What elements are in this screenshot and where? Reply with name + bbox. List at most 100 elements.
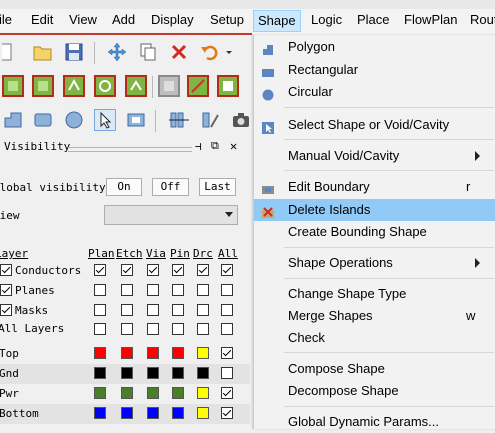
copy-icon[interactable] <box>137 41 159 63</box>
group-checkbox[interactable] <box>0 304 12 316</box>
add-connect-icon[interactable] <box>2 75 24 97</box>
edit-tool-icon[interactable] <box>199 109 221 131</box>
open-folder-icon[interactable] <box>32 41 54 63</box>
pin-color-swatch[interactable] <box>172 347 184 359</box>
all-checkbox[interactable] <box>221 367 233 379</box>
etch-checkbox[interactable] <box>121 284 133 296</box>
etch-checkbox[interactable] <box>121 304 133 316</box>
via-color-swatch[interactable] <box>147 347 159 359</box>
move-icon[interactable] <box>106 41 128 63</box>
via-color-swatch[interactable] <box>147 407 159 419</box>
menu-item-compose-shape[interactable]: Compose Shape <box>254 358 495 380</box>
pin-color-swatch[interactable] <box>172 407 184 419</box>
void-tool-icon[interactable] <box>125 109 147 131</box>
undo-dropdown-icon[interactable] <box>223 41 235 63</box>
pin-checkbox[interactable] <box>172 304 184 316</box>
pin-icon[interactable]: ⊣ <box>195 140 202 153</box>
via-checkbox[interactable] <box>147 323 159 335</box>
close-icon[interactable]: ✕ <box>230 139 237 153</box>
all-checkbox[interactable] <box>221 387 233 399</box>
menu-item-decompose-shape[interactable]: Decompose Shape <box>254 380 495 402</box>
via-checkbox[interactable] <box>147 304 159 316</box>
via-color-swatch[interactable] <box>147 367 159 379</box>
menu-shape[interactable]: Shape <box>253 10 301 32</box>
float-icon[interactable]: ⧉ <box>211 139 219 153</box>
drc-checkbox[interactable] <box>197 304 209 316</box>
drc-color-swatch[interactable] <box>197 347 209 359</box>
menu-item-rectangular[interactable]: Rectangular <box>254 59 495 81</box>
visibility-off-button[interactable]: Off <box>152 178 189 196</box>
slide-icon[interactable] <box>32 75 54 97</box>
menu-item-change-shape-type[interactable]: Change Shape Type <box>254 283 495 305</box>
pin-checkbox[interactable] <box>172 264 184 276</box>
polygon-tool-icon[interactable] <box>2 109 24 131</box>
etch-color-swatch[interactable] <box>121 387 133 399</box>
plan-checkbox[interactable] <box>94 284 106 296</box>
menu-item-create-bounding-shape[interactable]: Create Bounding Shape <box>254 221 495 243</box>
menu-item-circular[interactable]: Circular <box>254 81 495 103</box>
menu-item-manual-void[interactable]: Manual Void/Cavity <box>254 145 495 167</box>
etch-color-swatch[interactable] <box>121 347 133 359</box>
all-checkbox[interactable] <box>221 284 233 296</box>
menu-display[interactable]: Display <box>151 12 194 28</box>
menu-route[interactable]: Rout <box>470 12 495 28</box>
visibility-on-button[interactable]: On <box>106 178 142 196</box>
plan-color-swatch[interactable] <box>94 367 106 379</box>
menu-item-global-dynamic-params[interactable]: Global Dynamic Params... <box>254 411 495 433</box>
spread-icon[interactable] <box>187 75 209 97</box>
etch-color-swatch[interactable] <box>121 367 133 379</box>
view-select[interactable] <box>104 205 238 225</box>
drc-color-swatch[interactable] <box>197 407 209 419</box>
drc-checkbox[interactable] <box>197 264 209 276</box>
all-checkbox[interactable] <box>221 407 233 419</box>
drc-color-swatch[interactable] <box>197 387 209 399</box>
menu-item-edit-boundary[interactable]: Edit Boundary r <box>254 176 495 198</box>
panel-grip[interactable] <box>68 147 192 152</box>
drc-checkbox[interactable] <box>197 323 209 335</box>
all-checkbox[interactable] <box>221 323 233 335</box>
all-checkbox[interactable] <box>221 264 233 276</box>
gloss-icon[interactable] <box>217 75 239 97</box>
group-checkbox[interactable] <box>0 284 12 296</box>
delete-icon[interactable] <box>168 41 190 63</box>
etch-color-swatch[interactable] <box>121 407 133 419</box>
align-icon[interactable] <box>168 109 190 131</box>
vertex-icon[interactable] <box>125 75 147 97</box>
plan-color-swatch[interactable] <box>94 347 106 359</box>
plan-checkbox[interactable] <box>94 323 106 335</box>
menu-item-shape-operations[interactable]: Shape Operations <box>254 252 495 274</box>
new-icon[interactable] <box>0 41 24 63</box>
menu-item-merge-shapes[interactable]: Merge Shapes w <box>254 305 495 327</box>
camera-icon[interactable] <box>230 109 252 131</box>
pin-color-swatch[interactable] <box>172 367 184 379</box>
select-shape-tool-icon[interactable] <box>94 109 116 131</box>
drc-checkbox[interactable] <box>197 284 209 296</box>
rectangle-tool-icon[interactable] <box>32 109 54 131</box>
menu-item-check[interactable]: Check <box>254 327 495 349</box>
plan-checkbox[interactable] <box>94 304 106 316</box>
menu-place[interactable]: Place <box>357 12 390 28</box>
menu-add[interactable]: Add <box>112 12 135 28</box>
via-checkbox[interactable] <box>147 264 159 276</box>
drc-color-swatch[interactable] <box>197 367 209 379</box>
all-checkbox[interactable] <box>221 304 233 316</box>
pin-color-swatch[interactable] <box>172 387 184 399</box>
menu-file[interactable]: File <box>0 12 12 28</box>
menu-logic[interactable]: Logic <box>311 12 342 28</box>
menu-item-delete-islands[interactable]: Delete Islands <box>254 199 495 221</box>
etch-checkbox[interactable] <box>121 264 133 276</box>
save-icon[interactable] <box>63 41 85 63</box>
pin-checkbox[interactable] <box>172 323 184 335</box>
delay-tune-icon[interactable] <box>63 75 85 97</box>
all-checkbox[interactable] <box>221 347 233 359</box>
plan-color-swatch[interactable] <box>94 407 106 419</box>
menu-flowplan[interactable]: FlowPlan <box>404 12 457 28</box>
custom-smooth-icon[interactable] <box>94 75 116 97</box>
etch-checkbox[interactable] <box>121 323 133 335</box>
circle-tool-icon[interactable] <box>63 109 85 131</box>
via-checkbox[interactable] <box>147 284 159 296</box>
group-checkbox[interactable] <box>0 264 12 276</box>
visibility-last-button[interactable]: Last <box>199 178 236 196</box>
pin-checkbox[interactable] <box>172 284 184 296</box>
menu-setup[interactable]: Setup <box>210 12 244 28</box>
